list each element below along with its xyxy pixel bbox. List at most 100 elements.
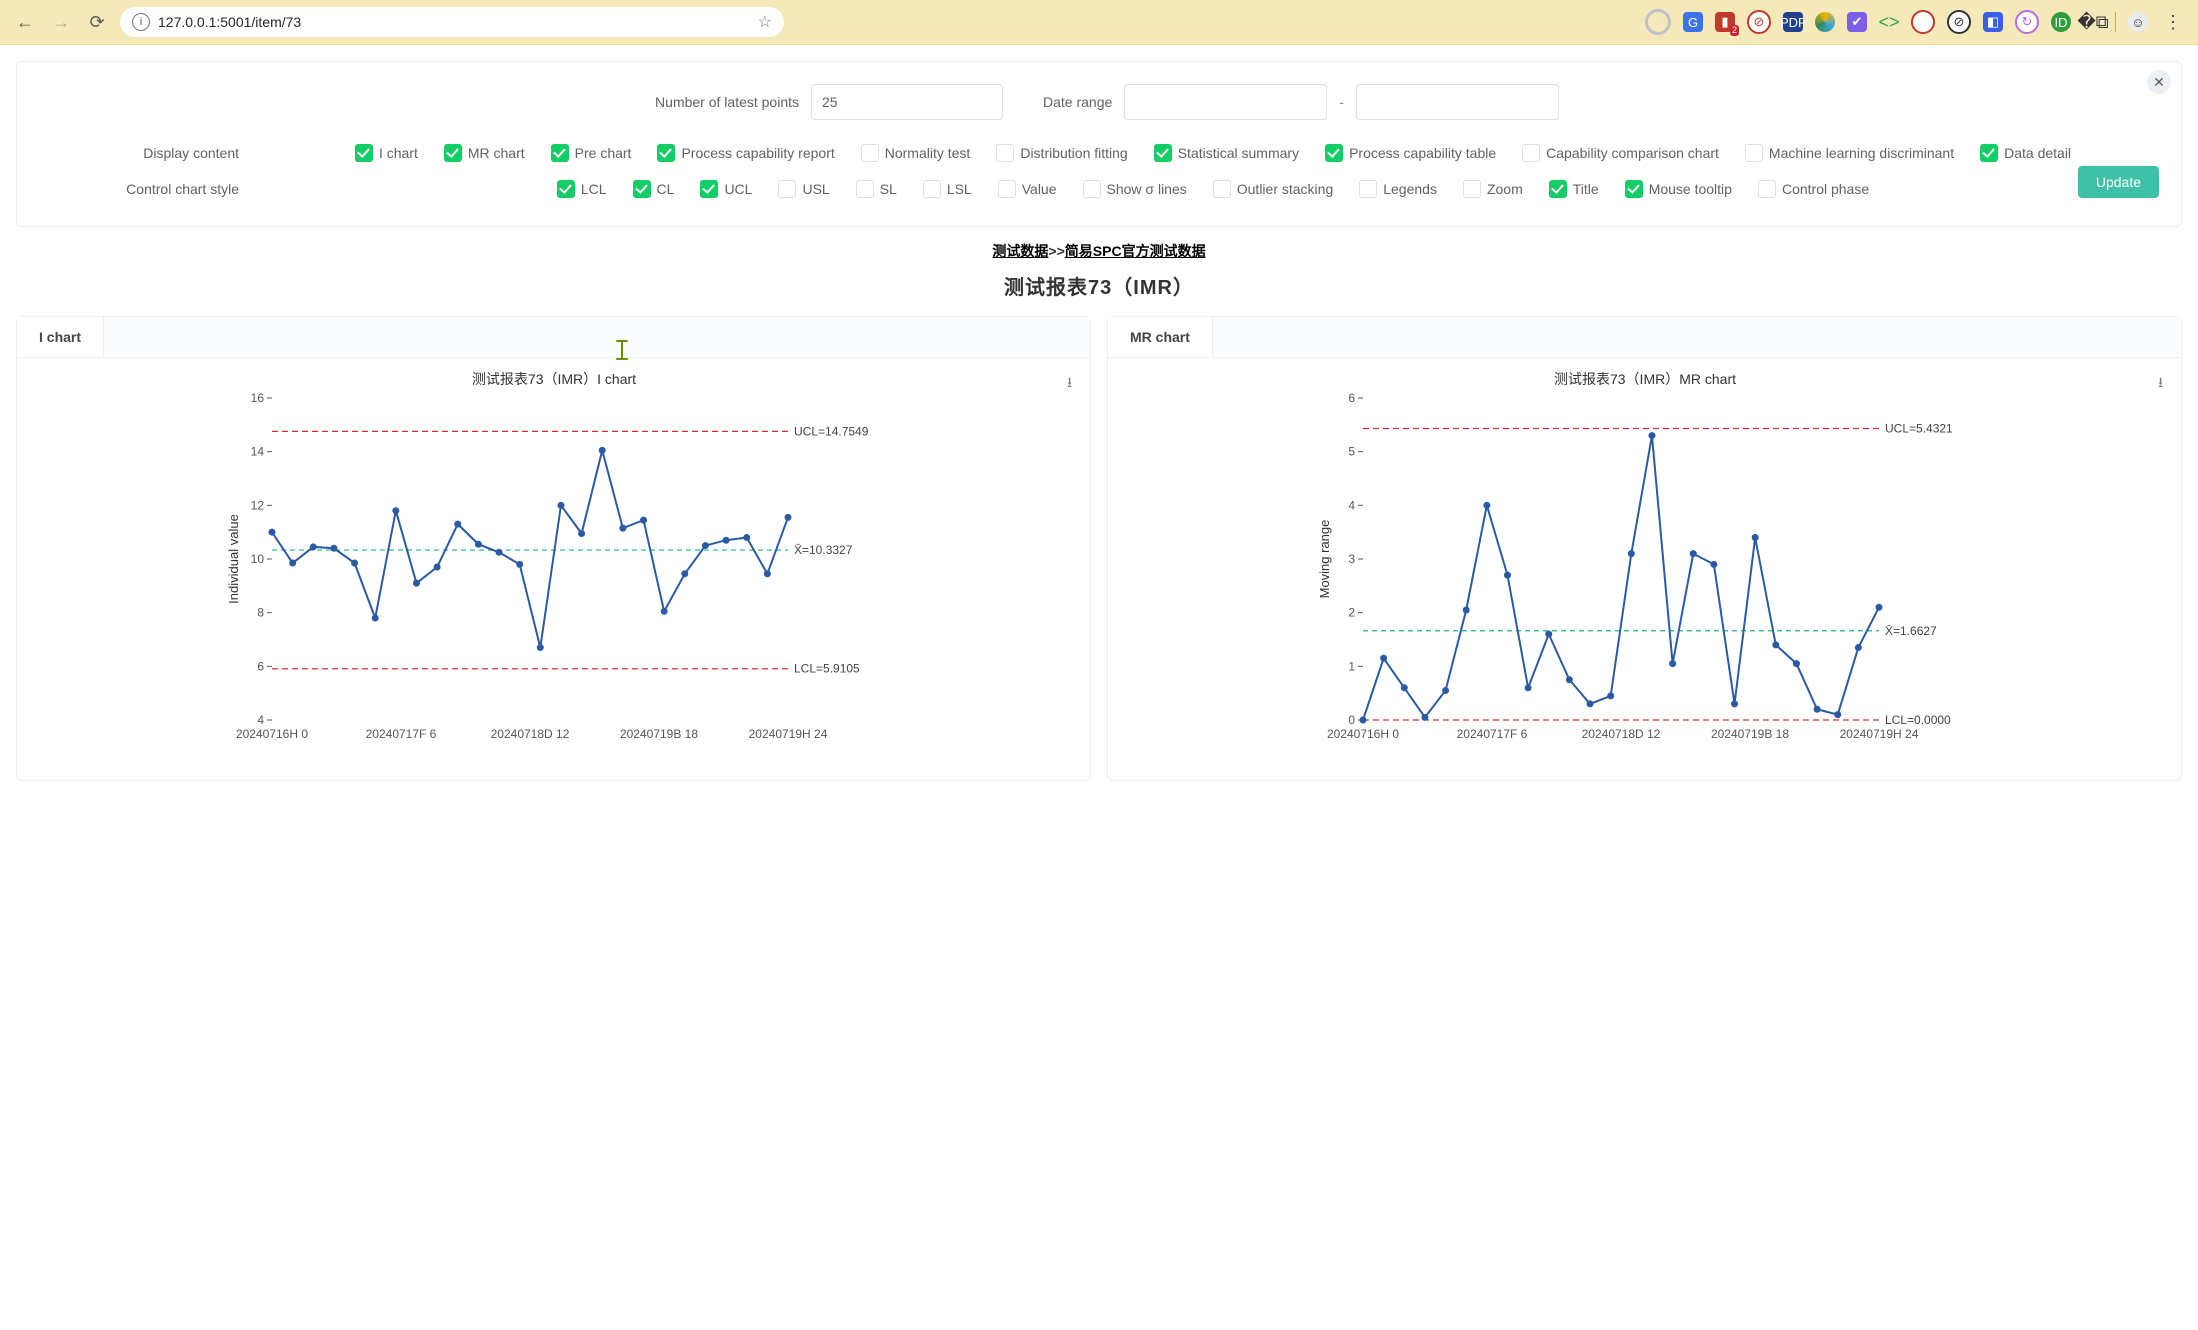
checkbox-box[interactable]	[778, 180, 796, 198]
translate-ext-icon[interactable]: G	[1683, 12, 1703, 32]
checkbox-box[interactable]	[633, 180, 651, 198]
checkbox-usl[interactable]: USL	[778, 180, 829, 198]
i-chart-plot: 测试报表73（IMR）I chartIndividual value468101…	[224, 366, 884, 766]
checkbox-box[interactable]	[657, 144, 675, 162]
checkbox-box[interactable]	[1325, 144, 1343, 162]
checkbox-value[interactable]: Value	[998, 180, 1057, 198]
checkbox-mr-chart[interactable]: MR chart	[444, 144, 525, 162]
checkbox-outlier-stacking[interactable]: Outlier stacking	[1213, 180, 1333, 198]
checkbox-box[interactable]	[856, 180, 874, 198]
checkbox-label: Normality test	[885, 145, 971, 161]
checkbox-box[interactable]	[700, 180, 718, 198]
checkbox-box[interactable]	[1083, 180, 1101, 198]
checkbox-lsl[interactable]: LSL	[923, 180, 972, 198]
checkbox-zoom[interactable]: Zoom	[1463, 180, 1523, 198]
svg-text:4: 4	[1348, 498, 1355, 512]
forward-button[interactable]: →	[48, 9, 74, 35]
svg-text:20240718D 12: 20240718D 12	[490, 727, 569, 741]
ext-icon[interactable]: <>	[1879, 12, 1899, 32]
checkbox-box[interactable]	[557, 180, 575, 198]
checkbox-capability-comparison-chart[interactable]: Capability comparison chart	[1522, 144, 1719, 162]
close-icon[interactable]: ✕	[2147, 70, 2171, 94]
ext-icon[interactable]	[1911, 10, 1935, 34]
checkbox-box[interactable]	[1213, 180, 1231, 198]
profile-avatar[interactable]: ☺	[2128, 12, 2148, 32]
checkbox-distribution-fitting[interactable]: Distribution fitting	[996, 144, 1127, 162]
checkbox-box[interactable]	[1625, 180, 1643, 198]
checkbox-i-chart[interactable]: I chart	[355, 144, 418, 162]
checkbox-show-lines[interactable]: Show σ lines	[1083, 180, 1187, 198]
ext-icon[interactable]: ⊘	[1747, 10, 1771, 34]
checkbox-machine-learning-discriminant[interactable]: Machine learning discriminant	[1745, 144, 1954, 162]
checkbox-box[interactable]	[1758, 180, 1776, 198]
checkbox-box[interactable]	[1154, 144, 1172, 162]
checkbox-label: Title	[1573, 181, 1599, 197]
breadcrumb-link-a[interactable]: 测试数据	[992, 243, 1048, 259]
checkbox-box[interactable]	[1522, 144, 1540, 162]
browser-menu-icon[interactable]: ⋮	[2160, 12, 2186, 33]
download-icon[interactable]: ⭳	[1067, 372, 1072, 396]
checkbox-box[interactable]	[1549, 180, 1567, 198]
checkbox-sl[interactable]: SL	[856, 180, 897, 198]
ext-icon[interactable]: ✔	[1847, 12, 1867, 32]
svg-text:测试报表73（IMR）MR chart: 测试报表73（IMR）MR chart	[1553, 371, 1735, 387]
svg-text:Moving range: Moving range	[1317, 520, 1332, 599]
checkbox-box[interactable]	[444, 144, 462, 162]
pdf-ext-icon[interactable]: PDF	[1783, 12, 1803, 32]
checkbox-box[interactable]	[998, 180, 1016, 198]
checkbox-mouse-tooltip[interactable]: Mouse tooltip	[1625, 180, 1732, 198]
ext-icon[interactable]: ID	[2051, 12, 2071, 32]
num-points-input[interactable]	[811, 84, 1003, 120]
checkbox-title[interactable]: Title	[1549, 180, 1599, 198]
ext-icon[interactable]: ⊘	[1947, 10, 1971, 34]
update-button[interactable]: Update	[2078, 166, 2159, 198]
checkbox-label: Control phase	[1782, 181, 1869, 197]
checkbox-data-detail[interactable]: Data detail	[1980, 144, 2071, 162]
checkbox-cl[interactable]: CL	[633, 180, 675, 198]
checkbox-box[interactable]	[996, 144, 1014, 162]
ext-icon[interactable]: ▮2	[1715, 12, 1735, 32]
checkbox-label: CL	[657, 181, 675, 197]
svg-text:20240718D 12: 20240718D 12	[1581, 727, 1660, 741]
bookmark-star-icon[interactable]: ☆	[758, 12, 772, 32]
checkbox-box[interactable]	[355, 144, 373, 162]
date-from-input[interactable]	[1124, 84, 1327, 120]
checkbox-label: Process capability table	[1349, 145, 1496, 161]
checkbox-ucl[interactable]: UCL	[700, 180, 752, 198]
checkbox-box[interactable]	[551, 144, 569, 162]
checkbox-box[interactable]	[861, 144, 879, 162]
address-bar[interactable]: i 127.0.0.1:5001/item/73 ☆	[120, 7, 784, 37]
checkbox-lcl[interactable]: LCL	[557, 180, 607, 198]
checkbox-label: Mouse tooltip	[1649, 181, 1732, 197]
svg-text:测试报表73（IMR）I chart: 测试报表73（IMR）I chart	[471, 371, 635, 387]
checkbox-control-phase[interactable]: Control phase	[1758, 180, 1869, 198]
checkbox-statistical-summary[interactable]: Statistical summary	[1154, 144, 1299, 162]
back-button[interactable]: ←	[12, 9, 38, 35]
checkbox-normality-test[interactable]: Normality test	[861, 144, 971, 162]
reload-button[interactable]: ⟳	[84, 9, 110, 35]
ext-icon[interactable]: ↻	[2015, 10, 2039, 34]
svg-text:20240719H 24: 20240719H 24	[1839, 727, 1918, 741]
mr-chart-tab[interactable]: MR chart	[1108, 317, 1213, 357]
checkbox-box[interactable]	[1463, 180, 1481, 198]
ext-icon[interactable]	[1815, 12, 1835, 32]
svg-text:20240719H 24: 20240719H 24	[748, 727, 827, 741]
checkbox-box[interactable]	[1745, 144, 1763, 162]
site-info-icon[interactable]: i	[132, 13, 150, 31]
i-chart-tab[interactable]: I chart	[17, 317, 104, 357]
date-to-input[interactable]	[1356, 84, 1559, 120]
download-icon[interactable]: ⭳	[2158, 372, 2163, 396]
checkbox-box[interactable]	[923, 180, 941, 198]
ext-icon[interactable]: ◧	[1983, 12, 2003, 32]
checkbox-pre-chart[interactable]: Pre chart	[551, 144, 632, 162]
date-range-dash: -	[1339, 94, 1344, 110]
checkbox-process-capability-report[interactable]: Process capability report	[657, 144, 834, 162]
ext-icon[interactable]	[1645, 9, 1671, 35]
checkbox-legends[interactable]: Legends	[1359, 180, 1437, 198]
breadcrumb-link-b[interactable]: 简易SPC官方测试数据	[1065, 243, 1206, 259]
checkbox-process-capability-table[interactable]: Process capability table	[1325, 144, 1496, 162]
checkbox-box[interactable]	[1980, 144, 1998, 162]
extensions-menu-icon[interactable]: �⧉	[2083, 12, 2103, 32]
breadcrumb: 测试数据>>简易SPC官方测试数据	[16, 241, 2182, 261]
checkbox-box[interactable]	[1359, 180, 1377, 198]
